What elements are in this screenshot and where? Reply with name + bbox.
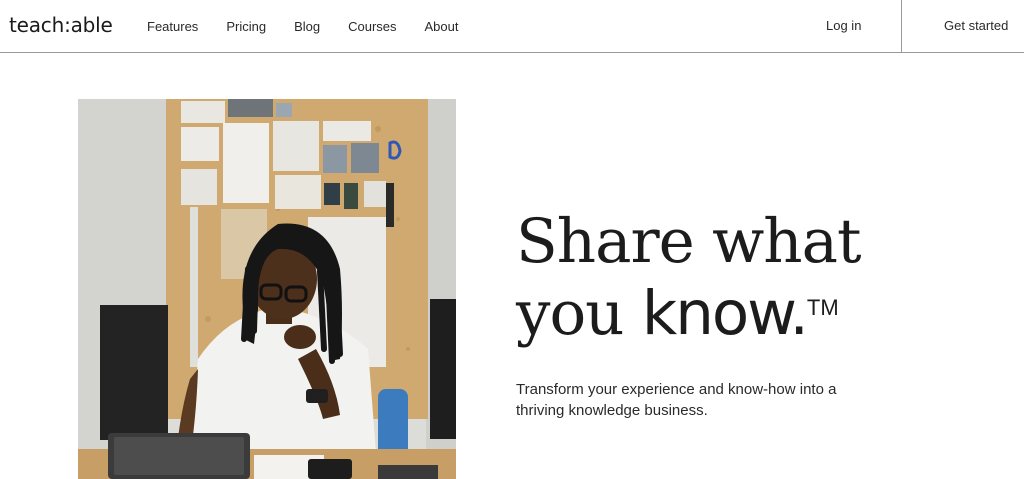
hero-subtitle: Transform your experience and know-how i… [516, 381, 837, 419]
headline-emphasis: know. [641, 278, 809, 349]
headline-line-1: Share what [516, 206, 861, 277]
hero-photo [78, 99, 456, 479]
teachable-logo[interactable]: teach:able [9, 13, 113, 37]
top-navigation-bar: teach:able Features Pricing Blog Courses… [0, 0, 1024, 53]
trademark-mark: TM [806, 295, 839, 320]
nav-link-features[interactable]: Features [147, 19, 198, 34]
get-started-button[interactable]: Get started [944, 18, 1008, 33]
nav-link-about[interactable]: About [425, 19, 459, 34]
nav-link-blog[interactable]: Blog [294, 19, 320, 34]
login-link[interactable]: Log in [826, 18, 861, 33]
nav-link-courses[interactable]: Courses [348, 19, 396, 34]
hero-headline: Share what you know.TM [516, 206, 861, 350]
header-divider [901, 0, 902, 52]
main-nav: Features Pricing Blog Courses About [147, 19, 487, 34]
nav-link-pricing[interactable]: Pricing [226, 19, 266, 34]
headline-line-2-prefix: you [516, 278, 642, 349]
